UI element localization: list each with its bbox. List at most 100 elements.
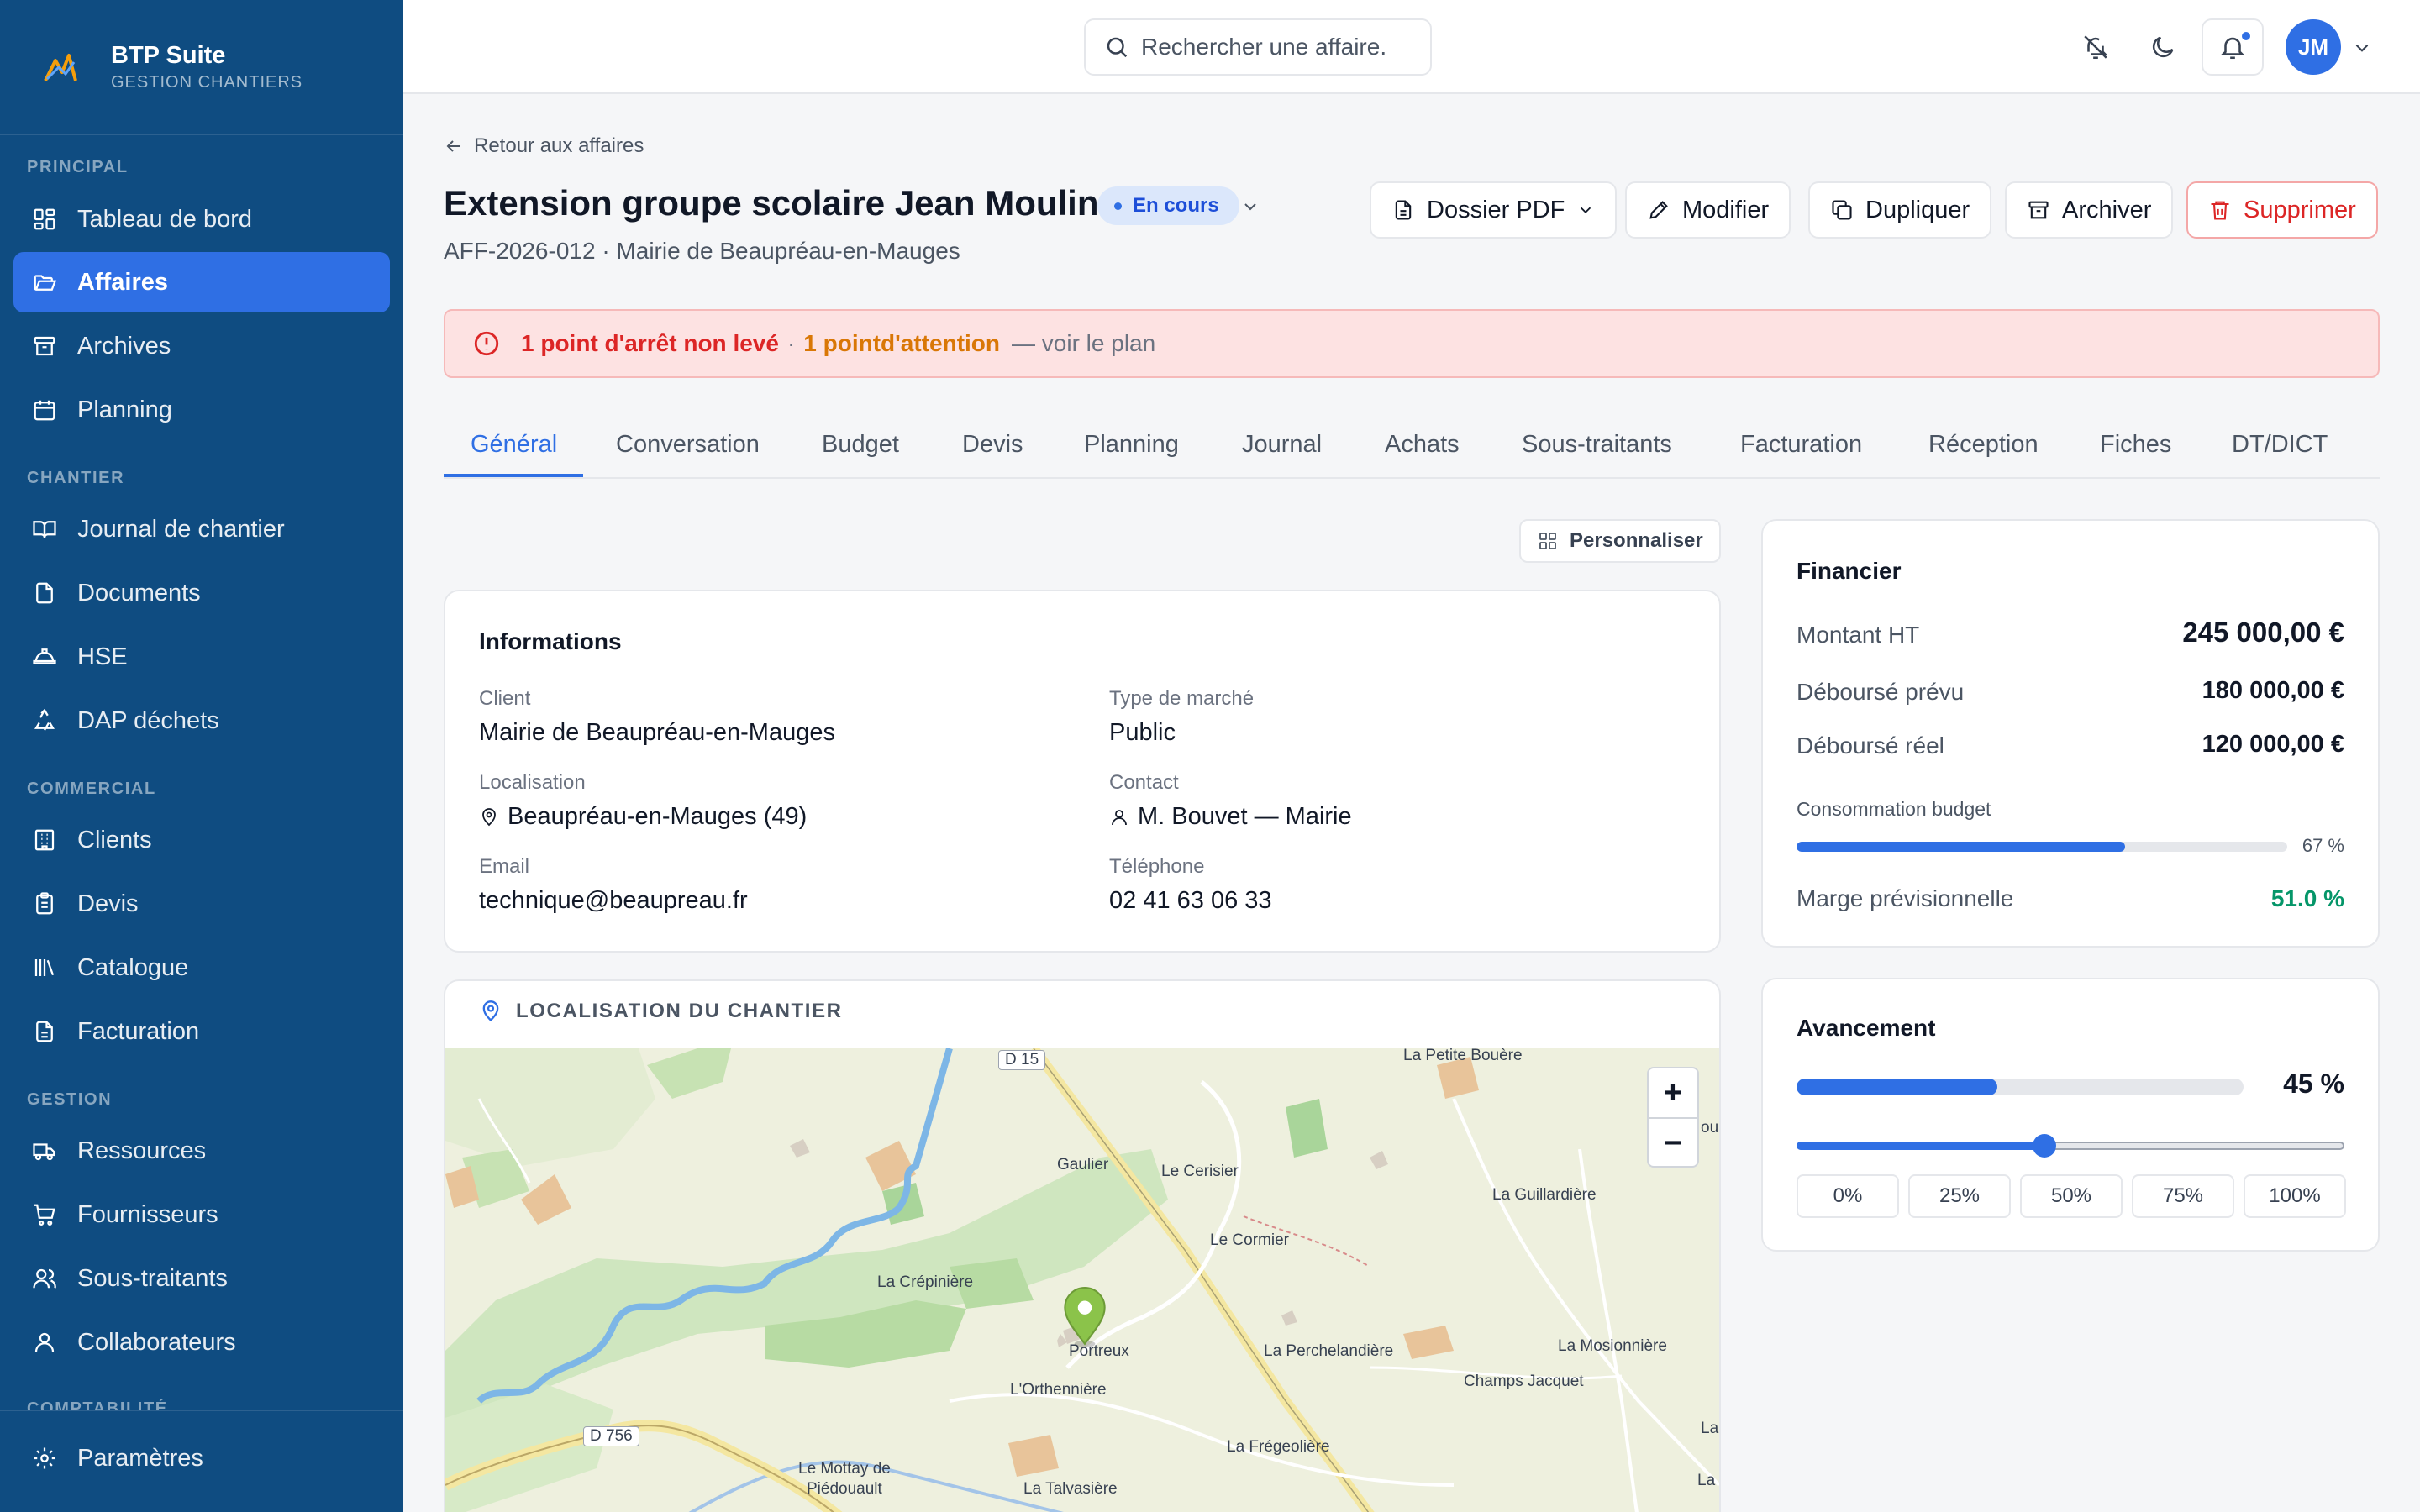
archive-label: Archiver <box>2062 196 2152 223</box>
brand[interactable]: BTP Suite GESTION CHANTIERS <box>0 0 403 135</box>
sidebar-item-label: Devis <box>77 890 139 917</box>
preset-75-button[interactable]: 75% <box>2132 1174 2234 1218</box>
site-map[interactable]: D 15 La Petite Bouère Gaulier Le Cerisie… <box>445 1048 1719 1512</box>
notifications-button[interactable] <box>2202 18 2264 76</box>
user-icon <box>1112 809 1127 825</box>
contact-label: Contact <box>1109 771 1179 794</box>
archive-button[interactable]: Archiver <box>2005 181 2174 239</box>
sidebar-item-label: Tableau de bord <box>77 205 252 233</box>
site-location-card: LOCALISATION DU CHANTIER D 15 La Petite … <box>444 979 1721 1512</box>
place-label-crepiniere: La Crépinière <box>877 1273 974 1291</box>
customize-label: Personnaliser <box>1570 529 1703 552</box>
delete-button[interactable]: Supprimer <box>2186 181 2378 239</box>
status-badge[interactable]: En cours <box>1097 186 1239 225</box>
back-link-label: Retour aux affaires <box>474 134 644 157</box>
preset-100-button[interactable]: 100% <box>2244 1174 2346 1218</box>
client-label: Client <box>479 687 531 710</box>
sidebar-item-documents[interactable]: Documents <box>13 563 390 623</box>
informations-card: Informations Client Mairie de Beaupréau-… <box>444 590 1721 953</box>
alert-banner[interactable]: 1 point d'arrêt non levé · 1 pointd'atte… <box>444 309 2380 378</box>
tab-budget[interactable]: Budget <box>822 410 899 479</box>
progress-percent: 45 % <box>2283 1068 2344 1099</box>
planned-cost-value: 180 000,00 € <box>2202 677 2344 704</box>
customize-button[interactable]: Personnaliser <box>1519 519 1721 563</box>
amount-ht-label: Montant HT <box>1797 622 1920 648</box>
sidebar-item-archives[interactable]: Archives <box>13 316 390 376</box>
copy-icon <box>1832 200 1852 220</box>
tab-sous-traitants[interactable]: Sous-traitants <box>1522 410 1672 479</box>
see-plan-text: — voir le plan <box>1012 330 1156 356</box>
pdf-dossier-button[interactable]: Dossier PDF <box>1370 181 1618 239</box>
page-subtitle: AFF-2026-012 · Mairie de Beaupréau-en-Ma… <box>444 238 960 264</box>
back-link[interactable]: Retour aux affaires <box>444 134 644 158</box>
search-input[interactable]: Rechercher une affaire. <box>1084 18 1432 76</box>
notifications-off-button[interactable] <box>2072 24 2119 71</box>
sidebar-item-journal-de-chantier[interactable]: Journal de chantier <box>13 499 390 559</box>
notification-dot <box>2242 32 2250 40</box>
place-label-edge-la-1: La <box>1701 1420 1719 1437</box>
place-label-talvasiere: La Talvasière <box>1023 1480 1118 1498</box>
delete-label: Supprimer <box>2244 196 2356 223</box>
building-icon <box>34 829 55 851</box>
preset-0-button[interactable]: 0% <box>1797 1174 1899 1218</box>
zoom-in-button[interactable]: + <box>1649 1068 1697 1117</box>
user-avatar[interactable]: JM <box>2286 19 2341 75</box>
map-pin-icon <box>482 1000 499 1022</box>
tab-reception[interactable]: Réception <box>1928 410 2039 479</box>
sidebar-item-label: Facturation <box>77 1017 200 1045</box>
place-label-fregeoliere: La Frégeolière <box>1227 1438 1330 1456</box>
sidebar-item-devis[interactable]: Devis <box>13 874 390 934</box>
preset-50-button[interactable]: 50% <box>2020 1174 2123 1218</box>
invoice-icon <box>36 1021 53 1042</box>
layout-grid-icon <box>1539 533 1556 549</box>
sidebar-item-hse[interactable]: HSE <box>13 627 390 687</box>
sidebar-item-affaires[interactable]: Affaires <box>13 252 390 312</box>
email-value[interactable]: technique@beaupreau.fr <box>479 887 748 915</box>
site-marker-icon[interactable] <box>1063 1287 1107 1347</box>
tab-fiches[interactable]: Fiches <box>2100 410 2171 479</box>
tab-achats[interactable]: Achats <box>1385 410 1460 479</box>
sidebar-item-tableau-de-bord[interactable]: Tableau de bord <box>13 189 390 249</box>
sidebar-item-label: HSE <box>77 643 128 670</box>
status-label: En cours <box>1133 194 1219 217</box>
sidebar-item-clients[interactable]: Clients <box>13 810 390 870</box>
tab-dt-dict[interactable]: DT/DICT <box>2232 410 2328 479</box>
sidebar-item-collaborateurs[interactable]: Collaborateurs <box>13 1312 390 1373</box>
status-chevron-down-icon[interactable] <box>1240 197 1260 217</box>
phone-label: Téléphone <box>1109 855 1205 878</box>
dark-mode-toggle[interactable] <box>2139 24 2186 71</box>
tab-facturation[interactable]: Facturation <box>1740 410 1862 479</box>
zoom-out-button[interactable]: − <box>1649 1119 1697 1168</box>
tab-planning[interactable]: Planning <box>1084 410 1179 479</box>
sidebar-item-sous-traitants[interactable]: Sous-traitants <box>13 1248 390 1309</box>
slider-fill <box>1797 1142 2044 1150</box>
map-zoom-controls: + − <box>1647 1067 1699 1168</box>
sidebar-item-planning[interactable]: Planning <box>13 380 390 440</box>
search-icon <box>1107 37 1128 58</box>
sidebar-item-fournisseurs[interactable]: Fournisseurs <box>13 1184 390 1245</box>
archive-icon <box>34 336 55 356</box>
sidebar-item-label: Archives <box>77 332 171 360</box>
sidebar-item-ressources[interactable]: Ressources <box>13 1121 390 1181</box>
duplicate-button[interactable]: Dupliquer <box>1808 181 1992 239</box>
edit-button[interactable]: Modifier <box>1625 181 1791 239</box>
slider-thumb[interactable] <box>2032 1134 2056 1158</box>
sidebar-item-catalogue[interactable]: Catalogue <box>13 937 390 998</box>
sidebar-item-facturation[interactable]: Facturation <box>13 1001 390 1062</box>
sidebar-item-parametres[interactable]: Paramètres <box>13 1428 390 1488</box>
tab-journal[interactable]: Journal <box>1242 410 1322 479</box>
tab-general[interactable]: Général <box>471 410 557 479</box>
arrow-left-icon <box>446 140 460 152</box>
chevron-down-icon[interactable] <box>2351 37 2373 59</box>
sidebar-item-dap-dechets[interactable]: DAP déchets <box>13 690 390 751</box>
dashboard-icon <box>34 208 55 230</box>
cart-icon <box>34 1204 55 1226</box>
location-value: Beaupréau-en-Mauges (49) <box>479 803 807 831</box>
progress-slider[interactable] <box>1797 1134 2344 1158</box>
tab-conversation[interactable]: Conversation <box>616 410 760 479</box>
preset-25-button[interactable]: 25% <box>1908 1174 2011 1218</box>
truck-icon <box>33 1143 55 1161</box>
road-label-d756: D 756 <box>583 1426 639 1446</box>
tab-devis[interactable]: Devis <box>962 410 1023 479</box>
phone-value[interactable]: 02 41 63 06 33 <box>1109 887 1272 915</box>
